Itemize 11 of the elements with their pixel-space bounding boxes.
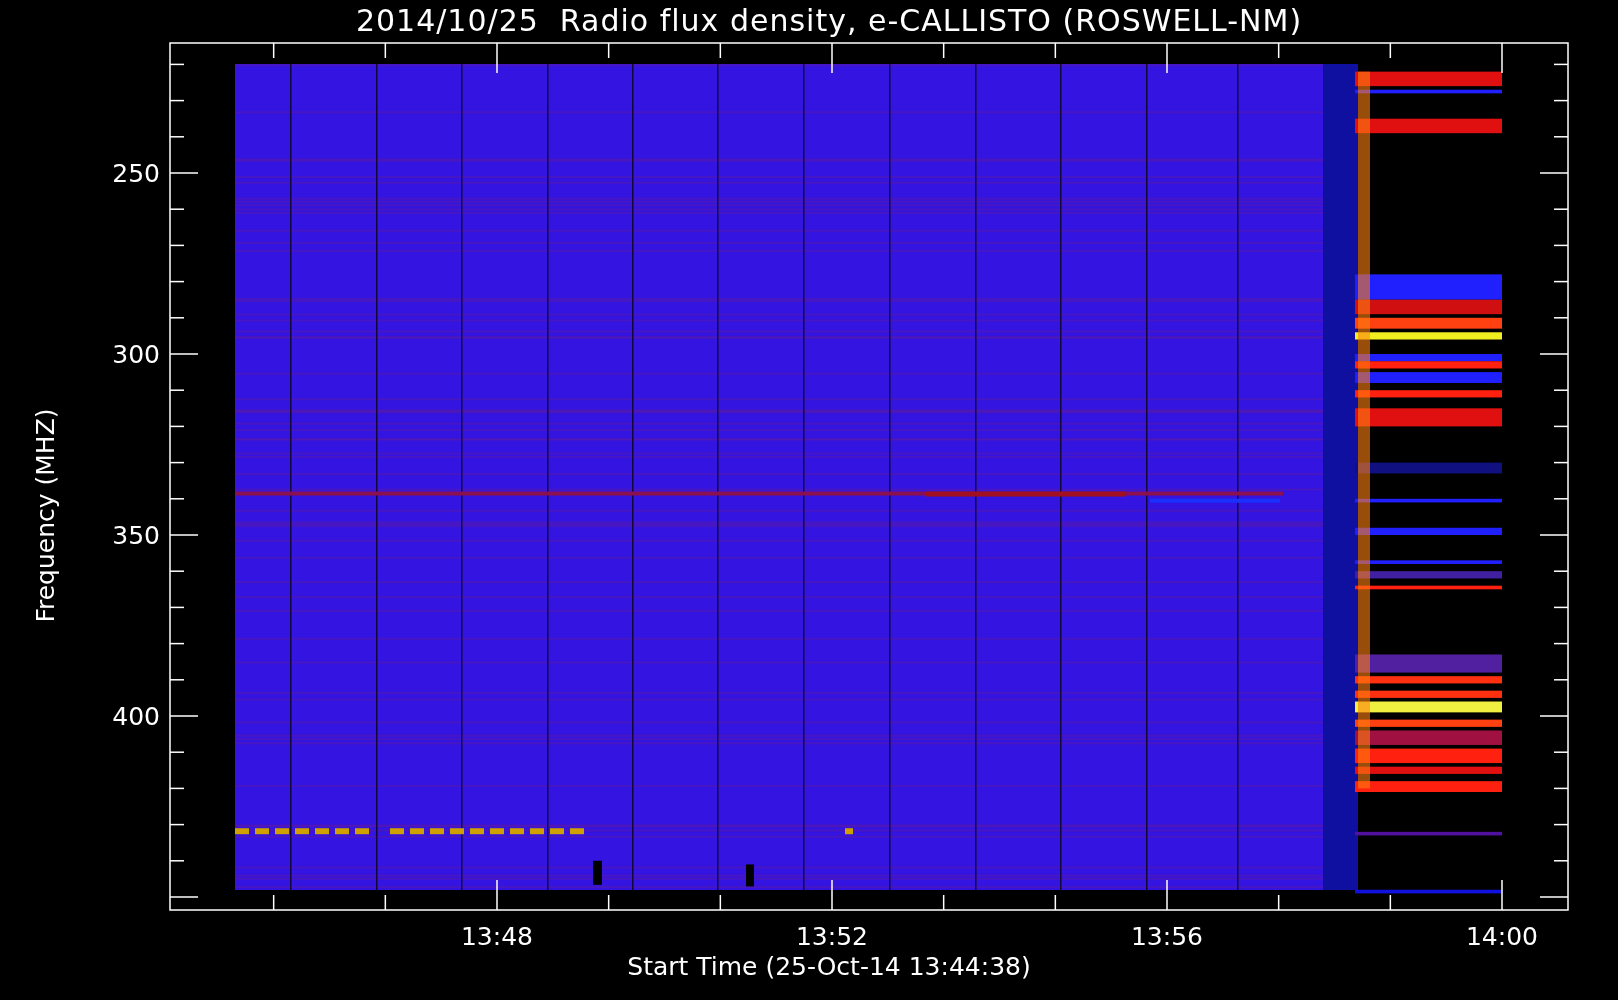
tick-label: 300	[112, 340, 160, 369]
axis-title: Frequency (MHZ)	[30, 407, 60, 623]
tick-label: 350	[112, 521, 160, 550]
axis-title: Start Time (25-Oct-14 13:44:38)	[627, 952, 1031, 981]
chart-title: 2014/10/25 Radio flux density, e-CALLISTO (ROSWELL-NM)	[355, 2, 1303, 38]
tick-label: 14:00	[1466, 922, 1538, 950]
tick-label: 13:56	[1131, 922, 1203, 950]
tick-label: 400	[112, 702, 160, 731]
tick-label: 13:48	[461, 922, 533, 950]
tick-label: 13:52	[796, 922, 868, 950]
tick-label: 250	[112, 159, 160, 188]
